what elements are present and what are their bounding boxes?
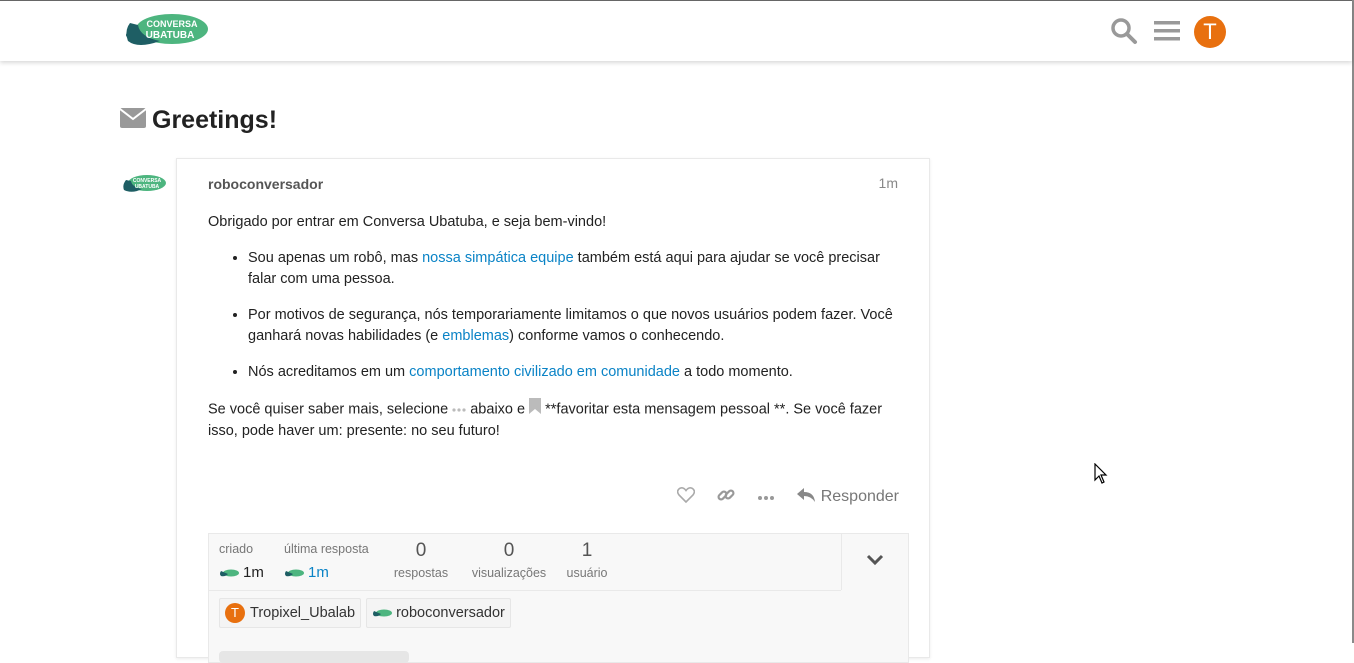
svg-text:CONVERSA: CONVERSA [146,19,198,29]
users-stat: 1 usuário [566,540,608,580]
topic-title-row: Greetings! [119,100,278,140]
post-timestamp[interactable]: 1m [879,175,898,191]
created-label: criado [219,542,254,556]
hamburger-menu-icon[interactable] [1154,19,1180,48]
site-header: CONVERSA UBATUBA T [0,0,1352,61]
guidelines-link[interactable]: comportamento civilizado em comunidade [409,364,680,380]
link-icon [717,486,735,509]
list-item: Nós acreditamos em um comportamento civi… [248,362,898,383]
participants-list: T Tropixel_Ubalab roboconversador [219,598,516,628]
post-username[interactable]: roboconversador [208,176,323,192]
heart-icon [676,486,695,508]
created-info[interactable]: criado 1m [219,542,264,581]
last-reply-info[interactable]: última resposta 1m [284,542,369,581]
avatar: T [225,603,245,623]
post-actions: Responder [655,483,899,511]
avatar [373,609,393,617]
bookmark-icon [529,398,542,421]
links-placeholder [219,651,409,663]
post-card: roboconversador 1m Obrigado por entrar e… [176,158,930,663]
search-icon[interactable] [1110,17,1138,50]
site-logo[interactable]: CONVERSA UBATUBA [120,11,212,53]
participant-roboconversador[interactable]: roboconversador [366,598,511,628]
participant-tropixel[interactable]: T Tropixel_Ubalab [219,598,362,628]
like-button[interactable] [676,486,695,508]
more-icon [452,399,466,420]
replies-stat: 0 respostas [393,540,449,580]
envelope-icon [119,107,147,133]
more-icon [757,488,775,506]
topic-map-summary: criado 1m última resposta 1m 0 respostas… [209,534,841,591]
last-reply-value: 1m [284,564,369,581]
mouse-cursor-icon [1094,462,1108,490]
share-link-button[interactable] [717,486,735,509]
svg-text:UBATUBA: UBATUBA [146,30,195,41]
chevron-down-icon [866,553,884,571]
post-author-avatar[interactable]: CONVERSA UBATUBA [120,170,168,200]
reply-label: Responder [820,488,899,505]
post-intro: Obrigado por entrar em Conversa Ubatuba,… [208,214,607,230]
list-item: Sou apenas um robô, mas nossa simpática … [248,248,898,290]
reply-button[interactable]: Responder [796,487,899,507]
topic-map: criado 1m última resposta 1m 0 respostas… [208,533,909,663]
post-bullet-list: Sou apenas um robô, mas nossa simpática … [208,248,898,383]
badges-link[interactable]: emblemas [442,328,509,344]
last-reply-label: última resposta [284,542,369,556]
expand-topic-map-button[interactable] [841,534,908,590]
more-actions-button[interactable] [757,488,775,506]
created-value: 1m [219,564,264,581]
team-link[interactable]: nossa simpática equipe [422,250,574,266]
views-stat: 0 visualizações [471,540,547,580]
post-closing: Se você quiser saber mais, selecione aba… [208,398,898,442]
post-body: Obrigado por entrar em Conversa Ubatuba,… [208,212,898,457]
svg-text:UBATUBA: UBATUBA [135,184,160,190]
topic-title: Greetings! [152,105,278,134]
list-item: Por motivos de segurança, nós temporaria… [248,305,898,347]
user-avatar[interactable]: T [1194,16,1226,48]
reply-icon [796,487,815,507]
